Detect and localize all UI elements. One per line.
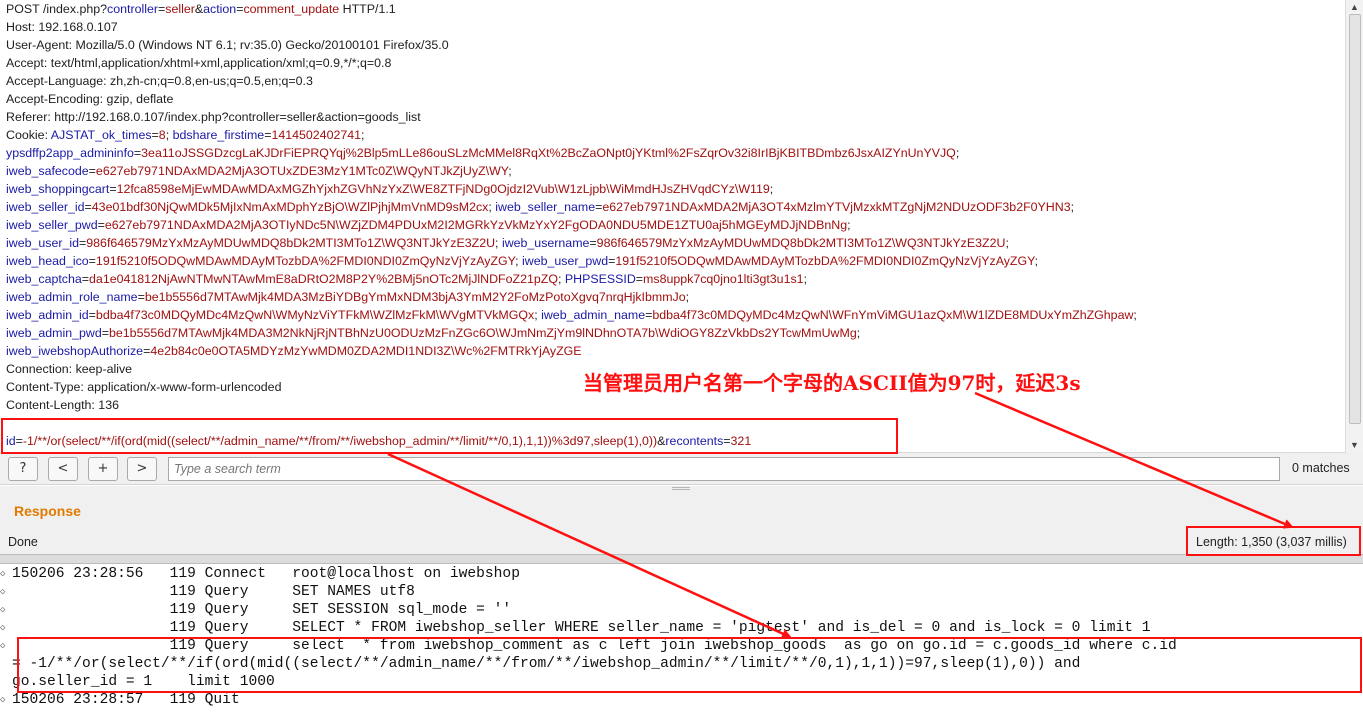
arrow-to-log-query xyxy=(387,452,792,639)
annotation-arrows xyxy=(387,391,1294,639)
arrow-to-length xyxy=(974,391,1294,529)
